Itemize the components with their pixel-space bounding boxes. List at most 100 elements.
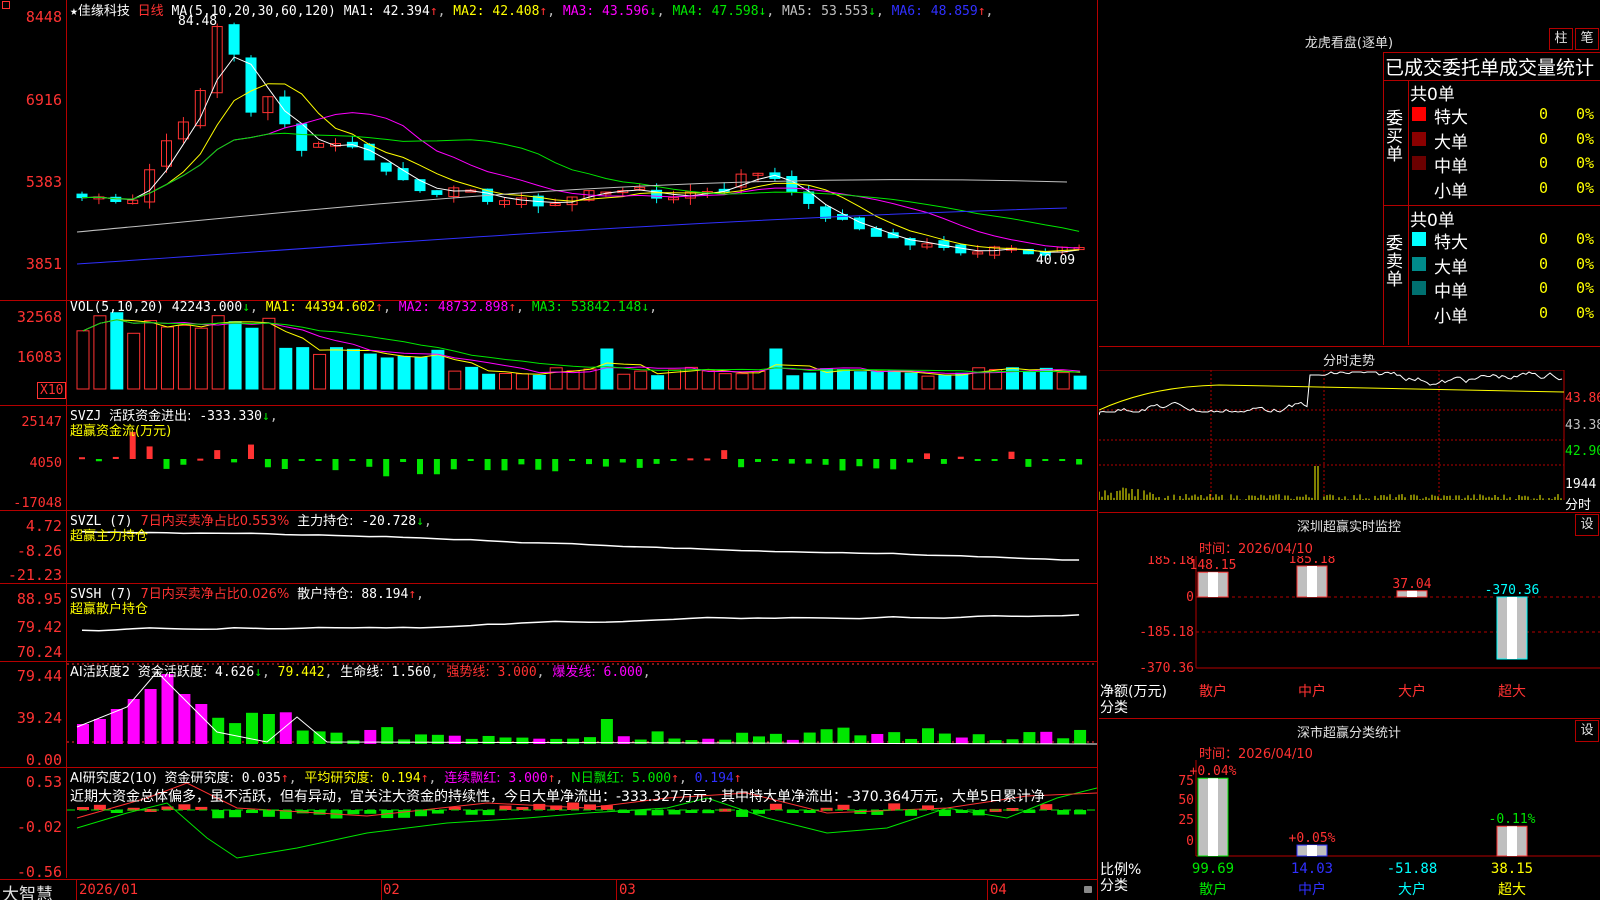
longhu-header: 已成交委托单成交量统计 [1385, 57, 1595, 79]
activity-bar [1023, 732, 1036, 744]
ai-active-legend: AI活跃度2 资金活跃度: 4.626↓, 79.442, 生命线: 1.560… [70, 665, 651, 680]
ai-active-value4: 3.000 [497, 665, 537, 680]
volume-bar [262, 317, 276, 390]
vol-legend-label: VOL(5,10,20) [70, 300, 164, 315]
intraday-chart[interactable] [1099, 370, 1600, 512]
sz-classify-settings-button[interactable]: 设 [1575, 720, 1599, 742]
buy-row-count-2: 0 [1539, 129, 1549, 148]
ma-arrow-1: ↑ [429, 4, 438, 19]
volume-bar [296, 347, 310, 390]
monitor-category-label: 大户 [1398, 683, 1426, 700]
activity-bar [279, 712, 292, 744]
research-bar [347, 810, 360, 815]
volume-bar [938, 375, 952, 390]
sz-monitor-settings-button[interactable]: 设 [1575, 514, 1599, 536]
research-bar [1074, 810, 1087, 815]
y-label-main-3: 5383 [25, 173, 62, 191]
research-bar [753, 810, 765, 814]
y-label-svzl-2: -8.26 [16, 542, 62, 560]
classify-bar-highlight [1307, 845, 1317, 856]
bar-view-button[interactable]: 柱 [1549, 28, 1573, 50]
ai-active-field5: 爆发线: [552, 665, 596, 680]
period-label[interactable]: 日线 [138, 4, 164, 19]
activity-bar [567, 738, 580, 744]
y-label-svsh-3: 70.24 [16, 643, 62, 661]
svzl-subtitle: 超赢主力持仓 [70, 529, 149, 544]
candle [938, 240, 950, 249]
research-bar [938, 810, 951, 817]
volume-bar [363, 353, 377, 390]
activity-bar [229, 723, 242, 744]
volume-bar [870, 371, 884, 390]
flow-bar [366, 459, 373, 467]
volume-bar [1073, 375, 1087, 390]
svzj-subtitle: 超赢资金流(万元) [70, 424, 172, 439]
sz-classify-bar-chart[interactable]: 7550250+0.04%99.69散户+0.05%14.03中户-51.88大… [1099, 760, 1600, 900]
flow-bar [873, 459, 880, 469]
monitor-category-label: 散户 [1199, 683, 1227, 700]
flow-bar [839, 459, 846, 471]
volume-chart[interactable] [67, 301, 1097, 404]
ai-research-value1: 0.035 [241, 771, 281, 786]
sz-monitor-y-label: -185.18 [1139, 625, 1194, 640]
volume-bar [499, 372, 512, 390]
monitor-bar-highlight [1507, 597, 1517, 659]
ma1-line [81, 56, 1080, 253]
monitor-value-label: 185.18 [1289, 556, 1336, 567]
volume-bar [397, 355, 411, 390]
volume-bar [752, 370, 766, 390]
activity-bar [634, 739, 647, 744]
flow-bar [146, 446, 153, 459]
pen-view-button[interactable]: 笔 [1575, 28, 1599, 50]
monitor-value-label: 37.04 [1392, 577, 1431, 592]
ai-research-field4: N日飘红: [571, 771, 625, 786]
sz-monitor-time: 时间：2026/04/10 [1199, 542, 1313, 557]
buy-row-label-4: 小单 [1434, 181, 1468, 202]
volume-bar [735, 373, 749, 390]
monitor-value-label: 148.15 [1190, 558, 1237, 573]
buy-row-pct-2: 0% [1576, 129, 1595, 148]
volume-bar [904, 372, 918, 390]
activity-bar [837, 727, 850, 744]
flow-bar [552, 459, 559, 472]
volume-bar [330, 347, 343, 390]
vol-ma-value-2: MA2: 48732.898 [398, 300, 509, 315]
activity-bar [736, 732, 749, 744]
sell-side-label: 委卖单 [1386, 234, 1403, 290]
flow-bar [890, 459, 897, 470]
activity-bar [955, 737, 968, 744]
ai-research-field3: 连续飘红: [444, 771, 501, 786]
svsh-value: 88.194 [361, 587, 409, 602]
activity-bar [212, 717, 225, 744]
flow-bar [805, 459, 812, 464]
x-tick [616, 880, 617, 900]
ma-values: MA1: 42.394↑, MA2: 42.408↑, MA3: 43.596↓… [344, 4, 994, 19]
volume-bar [786, 375, 800, 390]
ai-active-value1: 4.626 [215, 665, 255, 680]
ai-active-field1: 资金活跃度: [137, 665, 208, 680]
volume-bar [93, 315, 107, 390]
sell-row-pct-1: 0% [1576, 230, 1595, 248]
volume-bar [482, 373, 496, 390]
candlestick-chart[interactable] [67, 0, 1097, 300]
x-tick [987, 880, 988, 900]
monitor-category-label: 中户 [1298, 683, 1326, 700]
vol-ma-arrow-1: ↑ [375, 300, 384, 315]
x-label-2: 02 [383, 882, 400, 898]
intraday-y-label-2: 43.38 [1565, 418, 1600, 433]
lock-icon[interactable] [1084, 886, 1092, 893]
research-bar [634, 810, 647, 816]
sz-monitor-bar-chart[interactable]: 185.18 0 -185.18 -370.36 148.15 散户 185.18 中户 37.… [1099, 556, 1600, 720]
volume-bar [211, 315, 225, 390]
y-label-svzj-2: 4050 [29, 455, 62, 471]
svzl-value: -20.728 [361, 514, 417, 529]
flow-bar [332, 459, 339, 471]
flow-bar [1025, 459, 1032, 467]
vol-unit-badge: X10 [37, 382, 67, 399]
volume-bar [549, 367, 563, 390]
ma-arrow-6: ↑ [977, 4, 986, 19]
flow-bar [822, 459, 829, 465]
sep: , [383, 300, 399, 315]
activity-bar [499, 737, 512, 744]
activity-bar [144, 689, 157, 744]
